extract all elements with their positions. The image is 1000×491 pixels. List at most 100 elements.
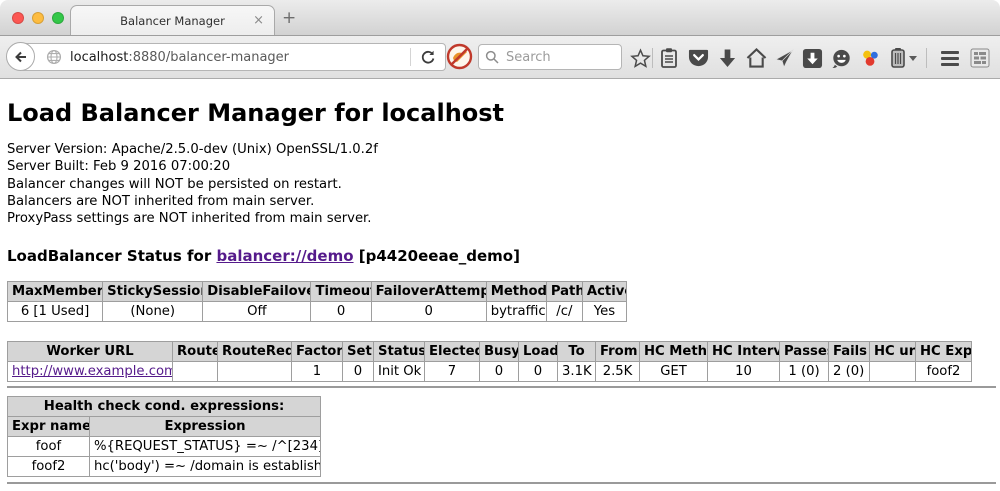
chat-extension-button[interactable] xyxy=(829,46,853,70)
table-row: foof %{REQUEST_STATUS} =~ /^[234]/ xyxy=(8,437,321,457)
cell-status: Init Ok xyxy=(374,362,425,382)
send-tab-button[interactable] xyxy=(772,46,796,70)
pocket-icon xyxy=(688,48,709,68)
table-header-row: Worker URL Route RouteRedir Factor Set S… xyxy=(8,342,972,362)
tab-balancer-manager[interactable]: Balancer Manager × xyxy=(70,5,275,36)
save-extension-button[interactable] xyxy=(800,46,824,70)
proxypass-notice-line: ProxyPass settings are NOT inherited fro… xyxy=(7,210,992,227)
downloadhelper-extension-button[interactable] xyxy=(858,46,882,70)
paper-plane-icon xyxy=(774,48,795,69)
new-tab-button[interactable]: + xyxy=(282,8,296,28)
persist-notice-line: Balancer changes will NOT be persisted o… xyxy=(7,176,992,193)
column-header: StickySession xyxy=(103,282,203,302)
worker-table: Worker URL Route RouteRedir Factor Set S… xyxy=(7,341,972,382)
cell-from: 2.5K xyxy=(596,362,640,382)
cell-hc-method: GET xyxy=(640,362,708,382)
tab-title: Balancer Manager xyxy=(120,14,225,28)
cell-expr-name: foof2 xyxy=(8,457,90,477)
pages-grid-button[interactable] xyxy=(968,46,992,70)
cell-set: 0 xyxy=(343,362,374,382)
column-header: Expr name xyxy=(8,417,90,437)
column-header: Method xyxy=(486,282,546,302)
cell-elected: 7 xyxy=(425,362,480,382)
search-icon xyxy=(485,50,499,64)
chevron-down-icon xyxy=(909,56,917,61)
table-title-row: Health check cond. expressions: xyxy=(8,397,321,417)
reading-list-button[interactable] xyxy=(657,46,681,70)
downloads-button[interactable] xyxy=(715,46,739,70)
column-header: Expression xyxy=(90,417,321,437)
inherit-notice-line: Balancers are NOT inherited from main se… xyxy=(7,193,992,210)
column-header: Elected xyxy=(425,342,480,362)
tab-bar: Balancer Manager × + xyxy=(0,0,1000,35)
pocket-button[interactable] xyxy=(686,46,710,70)
cell-fails: 2 (0) xyxy=(829,362,870,382)
hamburger-icon xyxy=(941,51,959,66)
cell-hc-expr: foof2 xyxy=(916,362,972,382)
column-header: Busy xyxy=(480,342,519,362)
download-arrow-icon xyxy=(718,48,737,69)
column-header: Factor xyxy=(292,342,343,362)
browser-window: Balancer Manager × + localhost:8880/bala… xyxy=(0,0,1000,491)
home-icon xyxy=(746,48,767,68)
search-input[interactable] xyxy=(504,49,608,66)
column-header: MaxMembers xyxy=(8,282,103,302)
zoom-window-button[interactable] xyxy=(52,12,64,24)
cell-worker-url: http://www.example.com/ xyxy=(8,362,173,382)
cell-hc-interval: 10 xyxy=(708,362,780,382)
menu-button[interactable] xyxy=(938,46,962,70)
home-button[interactable] xyxy=(744,46,768,70)
toolbar-divider xyxy=(926,48,927,68)
cell-factor: 1 xyxy=(292,362,343,382)
overflow-button[interactable] xyxy=(906,46,920,70)
balancer-summary-table: MaxMembers StickySession DisableFailover… xyxy=(7,281,627,322)
globe-icon xyxy=(46,49,62,65)
cell-active: Yes xyxy=(582,302,626,322)
cell-path: /c/ xyxy=(546,302,582,322)
close-window-button[interactable] xyxy=(12,12,24,24)
health-check-table: Health check cond. expressions: Expr nam… xyxy=(7,396,321,477)
cell-routeredir xyxy=(218,362,292,382)
colored-dots-icon xyxy=(860,48,881,69)
column-header: Route xyxy=(173,342,218,362)
search-bar[interactable] xyxy=(478,44,622,70)
url-bar[interactable]: localhost:8880/balancer-manager xyxy=(20,43,446,71)
heading-prefix: LoadBalancer Status for xyxy=(7,247,216,265)
url-path: :8880/balancer-manager xyxy=(128,50,289,65)
cell-load: 0 xyxy=(519,362,558,382)
back-button[interactable] xyxy=(6,42,35,71)
tab-close-icon[interactable]: × xyxy=(253,13,264,28)
url-host: localhost xyxy=(70,50,128,65)
back-arrow-icon xyxy=(13,49,29,65)
toolbar-divider xyxy=(652,48,653,68)
bookmark-star-button[interactable] xyxy=(628,46,652,70)
cell-to: 3.1K xyxy=(558,362,596,382)
table-header-row: Expr name Expression xyxy=(8,417,321,437)
cell-maxmembers: 6 [1 Used] xyxy=(8,302,103,322)
worker-url-link[interactable]: http://www.example.com/ xyxy=(12,364,173,379)
table-row: 6 [1 Used] (None) Off 0 0 bytraffic /c/ … xyxy=(8,302,627,322)
column-header: RouteRedir xyxy=(218,342,292,362)
balancer-demo-link[interactable]: balancer://demo xyxy=(216,247,353,265)
bottom-divider xyxy=(7,482,996,484)
cell-expression: hc('body') =~ /domain is established/ xyxy=(90,457,321,477)
cell-passes: 1 (0) xyxy=(780,362,829,382)
grid-page-icon xyxy=(970,48,990,68)
column-header: Status xyxy=(374,342,425,362)
heading-suffix: [p4420eeae_demo] xyxy=(354,247,520,265)
balancer-status-heading: LoadBalancer Status for balancer://demo … xyxy=(7,247,992,265)
blocker-extension-button[interactable] xyxy=(446,43,473,70)
navigation-toolbar: localhost:8880/balancer-manager xyxy=(0,35,1000,79)
server-info: Server Version: Apache/2.5.0-dev (Unix) … xyxy=(7,141,992,227)
url-text: localhost:8880/balancer-manager xyxy=(70,50,289,65)
reload-button[interactable] xyxy=(411,49,445,65)
window-controls xyxy=(12,12,64,24)
column-header: HC Expr xyxy=(916,342,972,362)
page-title: Load Balancer Manager for localhost xyxy=(7,99,992,127)
smiley-icon xyxy=(831,48,852,69)
minimize-window-button[interactable] xyxy=(32,12,44,24)
reload-icon xyxy=(420,49,436,65)
column-header: Fails xyxy=(829,342,870,362)
column-header: HC Interval xyxy=(708,342,780,362)
column-header: DisableFailover xyxy=(203,282,311,302)
